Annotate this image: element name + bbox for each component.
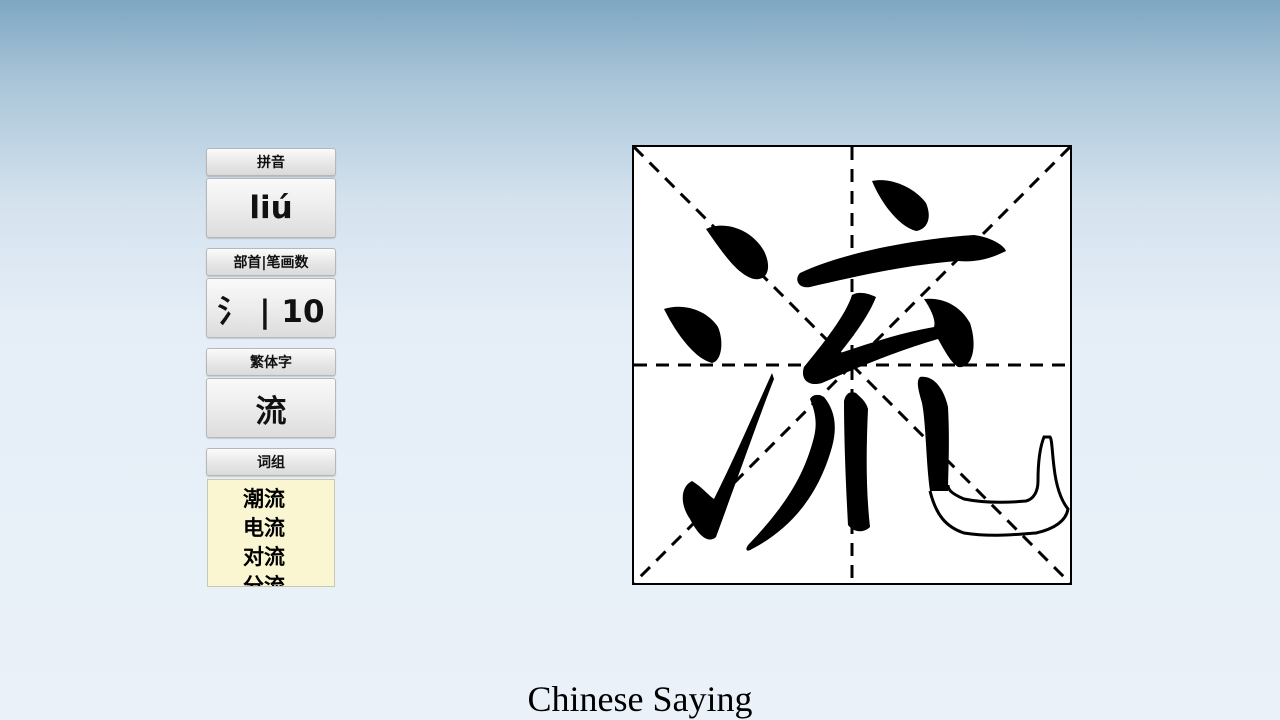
brush-stroke — [872, 180, 929, 231]
brush-stroke — [746, 394, 835, 551]
brush-stroke — [664, 306, 722, 363]
brush-stroke — [706, 225, 769, 280]
traditional-label-button[interactable]: 繁体字 — [206, 348, 336, 376]
word-item[interactable]: 潮流 — [243, 485, 334, 514]
pinyin-label-button[interactable]: 拼音 — [206, 148, 336, 176]
word-item[interactable]: 电流 — [243, 514, 334, 543]
word-item[interactable]: 分流 — [243, 572, 334, 586]
brush-stroke — [802, 292, 974, 385]
brush-stroke — [844, 392, 870, 532]
word-item[interactable]: 对流 — [243, 543, 334, 572]
words-label-button[interactable]: 词组 — [206, 448, 336, 476]
brush-stroke — [797, 235, 1006, 288]
words-list-box[interactable]: 潮流 电流 对流 分流 — [207, 479, 335, 587]
character-drawing — [634, 147, 1070, 583]
pinyin-value-button[interactable]: liú — [206, 178, 336, 238]
radical-strokes-label-button[interactable]: 部首|笔画数 — [206, 248, 336, 276]
traditional-value-button[interactable]: 流 — [206, 378, 336, 438]
radical-strokes-value-button[interactable]: 氵 | 10 — [206, 278, 336, 338]
character-writing-grid — [632, 145, 1072, 585]
words-list: 潮流 电流 对流 分流 — [208, 480, 334, 586]
untraced-stroke-outline — [928, 435, 1070, 537]
brush-stroke — [682, 373, 774, 540]
page-caption: Chinese Saying — [527, 679, 753, 719]
